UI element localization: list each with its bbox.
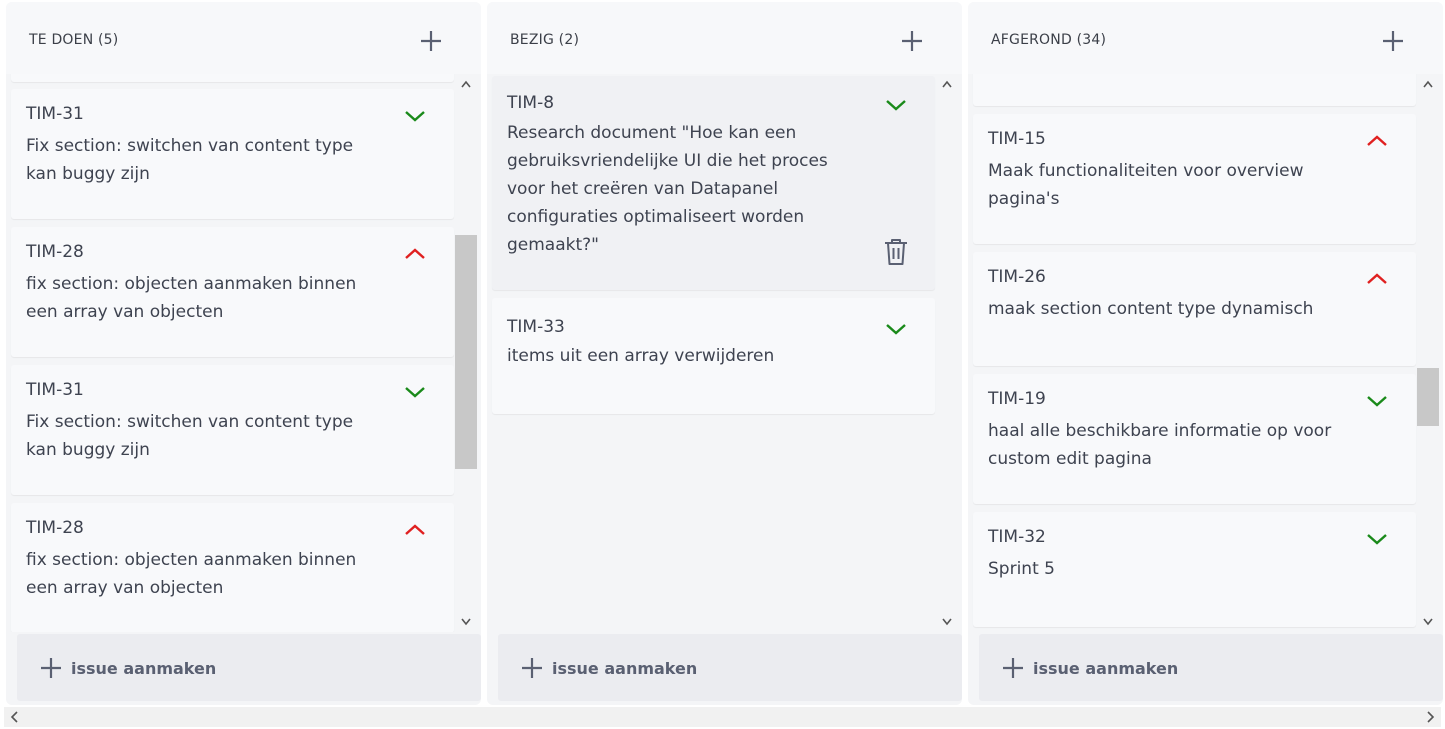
card-title: items uit een array verwijderen — [507, 346, 775, 366]
card-title: Research document "Hoe kan een gebruiksv… — [507, 123, 828, 255]
column-title: BEZIG (2) — [510, 32, 580, 48]
scroll-up-icon[interactable] — [942, 80, 952, 88]
plus-icon — [522, 658, 542, 678]
card-title: maak section content type dynamisch — [988, 299, 1314, 319]
add-issue-button[interactable] — [900, 29, 924, 53]
plus-icon — [421, 31, 441, 51]
card-tim-28[interactable]: TIM-28 fix section: objecten aanmaken bi… — [11, 503, 454, 632]
card-list: TIM-8 Research document "Hoe kan een geb… — [487, 74, 962, 632]
chevron-down-icon — [886, 324, 906, 335]
card-key: TIM-28 — [26, 518, 84, 538]
scroll-down-icon[interactable] — [942, 618, 952, 626]
create-issue-button[interactable]: issue aanmaken — [979, 634, 1443, 701]
card-list: TIM-15 Maak functionaliteiten voor overv… — [968, 74, 1443, 632]
vertical-scrollbar[interactable] — [1417, 74, 1439, 632]
chevron-up-icon — [405, 248, 425, 259]
scroll-thumb[interactable] — [455, 235, 477, 469]
card-list: TIM-31 Fix section: switchen van content… — [6, 74, 481, 632]
chevron-up-icon — [1367, 273, 1387, 284]
chevron-down-icon — [1367, 396, 1387, 407]
card-key: TIM-28 — [26, 242, 84, 262]
card-title: haal alle beschikbare informatie op voor… — [988, 421, 1332, 469]
column-bezig: BEZIG (2) TIM-8 Research document "Hoe k… — [487, 2, 962, 705]
column-afgerond: AFGEROND (34) TIM-15 Maak functionalitei… — [968, 2, 1443, 705]
card-tim-33[interactable]: TIM-33 items uit een array verwijderen — [492, 298, 935, 414]
column-header: TE DOEN (5) — [6, 2, 481, 74]
card-tim-15[interactable]: TIM-15 Maak functionaliteiten voor overv… — [973, 114, 1416, 244]
column-header: AFGEROND (34) — [968, 2, 1443, 74]
plus-icon — [902, 31, 922, 51]
chevron-down-icon — [405, 387, 425, 398]
chevron-down-icon — [1367, 534, 1387, 545]
card-key: TIM-33 — [507, 317, 565, 337]
card-tim-32[interactable]: TIM-32 Sprint 5 — [973, 512, 1416, 627]
vertical-scrollbar[interactable] — [936, 74, 958, 632]
create-issue-label: issue aanmaken — [71, 659, 217, 678]
plus-icon — [1003, 658, 1023, 678]
scroll-up-icon[interactable] — [1423, 80, 1433, 88]
card-tim-19[interactable]: TIM-19 haal alle beschikbare informatie … — [973, 374, 1416, 504]
create-issue-button[interactable]: issue aanmaken — [17, 634, 481, 701]
card-tim-26[interactable]: TIM-26 maak section content type dynamis… — [973, 252, 1416, 366]
create-issue-label: issue aanmaken — [552, 659, 698, 678]
add-issue-button[interactable] — [1381, 29, 1405, 53]
card-tim-8[interactable]: TIM-8 Research document "Hoe kan een geb… — [492, 76, 935, 290]
card-partial[interactable] — [11, 74, 454, 82]
column-header: BEZIG (2) — [487, 2, 962, 74]
card-key: TIM-19 — [988, 389, 1046, 409]
scroll-down-icon[interactable] — [1423, 618, 1433, 626]
chevron-up-icon — [405, 524, 425, 535]
card-key: TIM-15 — [988, 129, 1046, 149]
plus-icon — [41, 658, 61, 678]
card-title: Maak functionaliteiten voor overview pag… — [988, 161, 1304, 209]
card-tim-28[interactable]: TIM-28 fix section: objecten aanmaken bi… — [11, 227, 454, 357]
chevron-down-icon — [405, 111, 425, 122]
card-key: TIM-8 — [507, 93, 555, 113]
card-title: fix section: objecten aanmaken binnen ee… — [26, 274, 357, 322]
card-key: TIM-26 — [988, 267, 1046, 287]
chevron-down-icon — [886, 100, 906, 111]
vertical-scrollbar[interactable] — [455, 74, 477, 632]
card-key: TIM-32 — [988, 527, 1046, 547]
card-tim-31[interactable]: TIM-31 Fix section: switchen van content… — [11, 365, 454, 495]
scroll-right-icon[interactable] — [1427, 711, 1435, 723]
column-te-doen: TE DOEN (5) TIM-31 Fix section: switchen… — [6, 2, 481, 705]
chevron-up-icon — [1367, 135, 1387, 146]
horizontal-scrollbar[interactable] — [0, 705, 1445, 729]
scroll-left-icon[interactable] — [10, 711, 18, 723]
add-issue-button[interactable] — [419, 29, 443, 53]
scroll-down-icon[interactable] — [461, 618, 471, 626]
plus-icon — [1383, 31, 1403, 51]
card-title: Fix section: switchen van content type k… — [26, 136, 354, 184]
card-title: Fix section: switchen van content type k… — [26, 412, 354, 460]
create-issue-button[interactable]: issue aanmaken — [498, 634, 962, 701]
card-title: Sprint 5 — [988, 559, 1055, 579]
create-issue-label: issue aanmaken — [1033, 659, 1179, 678]
column-title: AFGEROND (34) — [991, 32, 1107, 48]
column-title: TE DOEN (5) — [29, 32, 119, 48]
scroll-up-icon[interactable] — [461, 80, 471, 88]
card-title: fix section: objecten aanmaken binnen ee… — [26, 550, 357, 598]
card-key: TIM-31 — [26, 104, 84, 124]
trash-icon[interactable] — [883, 238, 909, 266]
card-partial[interactable] — [973, 74, 1416, 106]
card-tim-31[interactable]: TIM-31 Fix section: switchen van content… — [11, 89, 454, 219]
scroll-thumb[interactable] — [1417, 368, 1439, 426]
kanban-board: TE DOEN (5) TIM-31 Fix section: switchen… — [0, 0, 1445, 705]
card-key: TIM-31 — [26, 380, 84, 400]
scroll-track[interactable] — [4, 707, 1441, 727]
